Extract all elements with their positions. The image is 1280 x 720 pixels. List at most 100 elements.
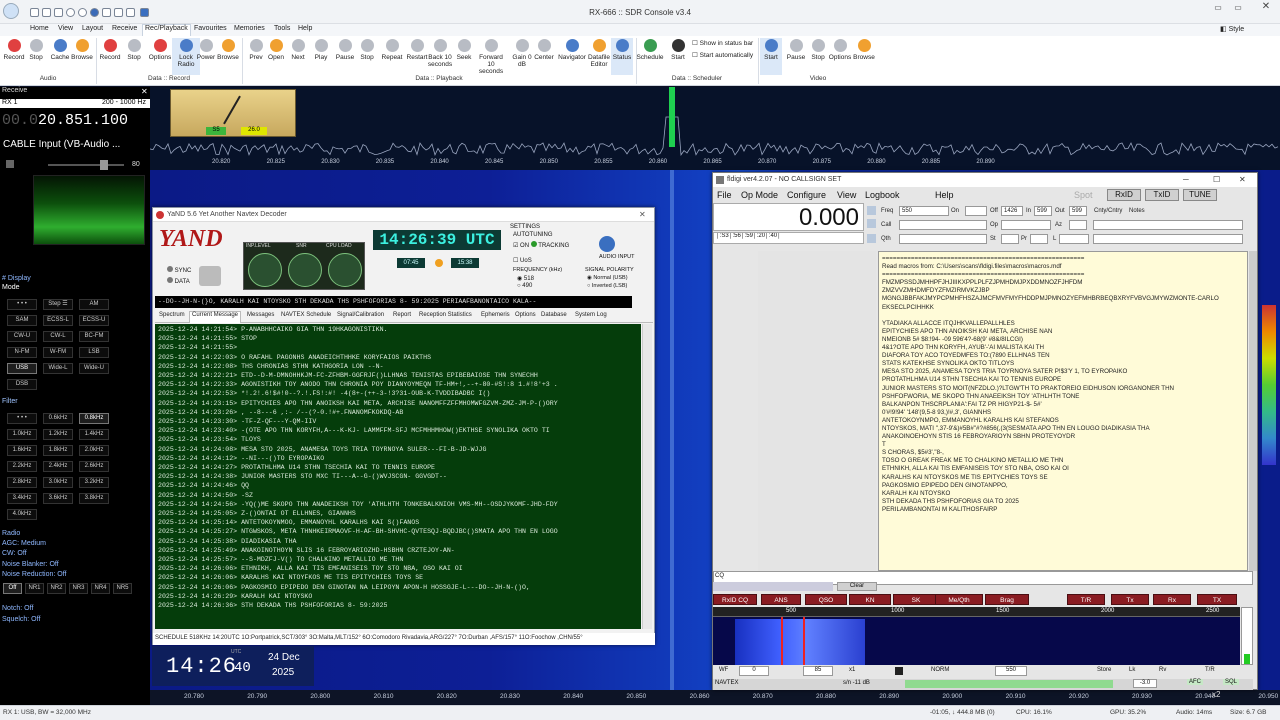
- menu-op-mode[interactable]: Op Mode: [741, 190, 778, 200]
- message-log-scrollbar[interactable]: [642, 324, 652, 629]
- stop-data-button[interactable]: Stop: [120, 38, 148, 61]
- macro-button[interactable]: T/R: [1067, 594, 1105, 605]
- mode-button[interactable]: Wide-U: [79, 363, 109, 374]
- noise-reduction-setting[interactable]: Noise Reduction: Off: [2, 571, 66, 578]
- province-field[interactable]: [1030, 234, 1048, 244]
- rx-cursor[interactable]: [781, 617, 783, 665]
- tab-messages[interactable]: Messages: [245, 312, 276, 318]
- on-time-field[interactable]: [965, 206, 987, 216]
- noise-reduction-button[interactable]: Off: [3, 583, 22, 594]
- rst-out-field[interactable]: 599: [1069, 206, 1087, 216]
- show-in-status-bar-checkbox[interactable]: ☐ Show in status bar: [692, 39, 753, 47]
- spot-toggle[interactable]: Spot: [1074, 190, 1093, 200]
- tab-view[interactable]: View: [56, 25, 75, 32]
- mode-button[interactable]: BC-FM: [79, 331, 109, 342]
- fldigi-maximize-button[interactable]: ☐: [1213, 175, 1220, 184]
- qth-field[interactable]: [899, 234, 987, 244]
- tab-home[interactable]: Home: [28, 25, 51, 32]
- navigator-button[interactable]: Navigator: [556, 38, 588, 61]
- video-browse-button[interactable]: Browse: [850, 38, 878, 61]
- tab-report[interactable]: Report: [391, 312, 413, 318]
- repeat-button[interactable]: Repeat: [378, 38, 406, 61]
- style-icon[interactable]: ◧ Style: [1218, 25, 1246, 33]
- mode-button[interactable]: ECSS-U: [79, 315, 109, 326]
- minimize-button[interactable]: ▭: [1208, 3, 1228, 12]
- rxid-button[interactable]: RxID: [1107, 189, 1141, 201]
- datafile-editor-button[interactable]: Datafile Editor: [586, 38, 612, 68]
- tr-button[interactable]: T/R: [1205, 667, 1215, 673]
- sql-toggle[interactable]: SQL: [1223, 679, 1240, 685]
- tab-ephemeris[interactable]: Ephemeris: [479, 312, 512, 318]
- mode-button[interactable]: W-FM: [43, 347, 73, 358]
- noise-reduction-button[interactable]: NR5: [113, 583, 132, 594]
- zoom-x1-button[interactable]: x1: [849, 667, 855, 673]
- zoom-x2-button[interactable]: x2: [1212, 690, 1220, 699]
- autotuning-on-checkbox[interactable]: ☑ ON TRACKING: [513, 241, 569, 249]
- mode-button[interactable]: N-FM: [7, 347, 37, 358]
- menu-help[interactable]: Help: [935, 190, 954, 200]
- tab-current-message[interactable]: Current Message: [189, 311, 242, 323]
- rst-in-field[interactable]: 599: [1034, 206, 1052, 216]
- filter-button[interactable]: 0.6kHz: [43, 413, 73, 424]
- filter-button[interactable]: 1.0kHz: [7, 429, 37, 440]
- filter-button[interactable]: 0.8kHz: [79, 413, 109, 424]
- filter-button[interactable]: 2.4kHz: [43, 461, 73, 472]
- country-field[interactable]: [1093, 234, 1243, 244]
- clear-log-icon[interactable]: [867, 234, 876, 243]
- menu-configure[interactable]: Configure: [787, 190, 826, 200]
- menu-view[interactable]: View: [837, 190, 856, 200]
- macro-button[interactable]: RxID CQ: [713, 594, 757, 605]
- wf-range-field[interactable]: 85: [803, 666, 833, 676]
- notch-setting[interactable]: Notch: Off: [2, 605, 33, 612]
- qrz-icon[interactable]: [867, 206, 876, 215]
- mode-status[interactable]: NAVTEX: [715, 680, 739, 686]
- start-automatically-checkbox[interactable]: ☐ Start automatically: [692, 51, 753, 59]
- filter-button[interactable]: 3.0kHz: [43, 477, 73, 488]
- filter-button[interactable]: 1.4kHz: [79, 429, 109, 440]
- menu-logbook[interactable]: Logbook: [865, 190, 900, 200]
- macro-button[interactable]: Brag: [985, 594, 1029, 605]
- macro-button[interactable]: KN: [849, 594, 891, 605]
- status-button[interactable]: Status: [611, 38, 633, 75]
- mode-button[interactable]: CW-U: [7, 331, 37, 342]
- store-button[interactable]: Store: [1097, 667, 1111, 673]
- noise-reduction-button[interactable]: NR1: [25, 583, 44, 594]
- log-icon[interactable]: [867, 219, 876, 228]
- schedule-button[interactable]: Schedule: [636, 38, 664, 61]
- uos-checkbox[interactable]: ☐ UoS: [513, 257, 532, 264]
- volume-slider[interactable]: [48, 164, 124, 166]
- forward-10-button[interactable]: Forward 10 seconds: [476, 38, 506, 75]
- tab-receive[interactable]: Receive: [110, 25, 139, 32]
- tune-button[interactable]: TUNE: [1183, 189, 1217, 201]
- display-section-label[interactable]: # Display: [2, 275, 31, 282]
- wf-button[interactable]: WF: [719, 667, 728, 673]
- macro-button[interactable]: Me/Qth: [935, 594, 983, 605]
- call-field[interactable]: [899, 220, 987, 230]
- noise-reduction-button[interactable]: NR3: [69, 583, 88, 594]
- lock-button[interactable]: Lk: [1129, 667, 1135, 673]
- freq-field[interactable]: 550: [899, 206, 949, 216]
- macro-button[interactable]: QSO: [805, 594, 847, 605]
- video-start-button[interactable]: Start: [760, 38, 782, 75]
- macro-button[interactable]: Rx: [1153, 594, 1191, 605]
- freq-518-radio[interactable]: ◉ 518: [517, 275, 534, 282]
- notes-field[interactable]: [1093, 220, 1243, 230]
- seek-button[interactable]: Seek: [450, 38, 478, 61]
- close-panel-icon[interactable]: ✕: [141, 87, 148, 96]
- mode-button[interactable]: Step ☰: [43, 299, 73, 310]
- fldigi-waterfall[interactable]: 500 1000 1500 2000 2500: [713, 607, 1240, 665]
- tab-navtex-schedule[interactable]: NAVTEX Schedule: [279, 312, 333, 318]
- filter-button[interactable]: 1.6kHz: [7, 445, 37, 456]
- afc-toggle[interactable]: AFC: [1187, 679, 1203, 685]
- filter-button[interactable]: 1.2kHz: [43, 429, 73, 440]
- txid-button[interactable]: TxID: [1145, 189, 1179, 201]
- center-button[interactable]: Center: [530, 38, 558, 61]
- mode-button[interactable]: ECSS-L: [43, 315, 73, 326]
- filter-button[interactable]: 1.8kHz: [43, 445, 73, 456]
- mode-button[interactable]: USB: [7, 363, 37, 374]
- fldigi-minimize-button[interactable]: ─: [1183, 175, 1189, 184]
- state-field[interactable]: [1001, 234, 1019, 244]
- tab-database[interactable]: Database: [539, 312, 569, 318]
- agc-setting[interactable]: AGC: Medium: [2, 540, 46, 547]
- clear-button[interactable]: Clear: [837, 582, 877, 591]
